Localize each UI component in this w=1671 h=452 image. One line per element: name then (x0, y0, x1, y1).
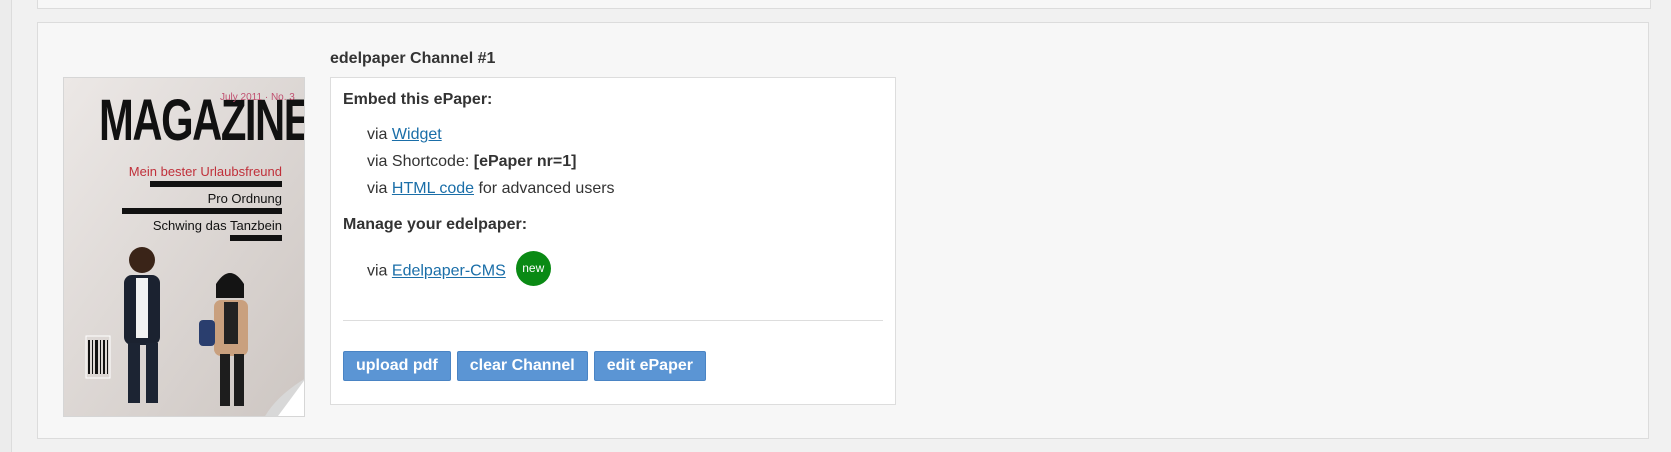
left-rail (0, 0, 12, 452)
html-code-link[interactable]: HTML code (392, 180, 474, 197)
embed-html-line: via HTML code for advanced users (367, 180, 615, 198)
embed-heading: Embed this ePaper: (343, 91, 493, 108)
previous-channel-panel (37, 0, 1651, 9)
embed-widget-prefix: via (367, 126, 392, 143)
channel-title: edelpaper Channel #1 (330, 50, 496, 67)
manage-heading: Manage your edelpaper: (343, 216, 528, 233)
cover-date: July 2011 · No. 3 (220, 92, 295, 103)
cms-prefix: via (367, 262, 392, 280)
cover-subline-2 (122, 208, 282, 214)
cover-subline-3 (230, 235, 282, 241)
html-suffix: for advanced users (474, 180, 615, 197)
embed-widget-line: via Widget (367, 126, 442, 144)
upload-pdf-button[interactable]: upload pdf (343, 351, 451, 381)
epaper-cover-thumbnail[interactable]: MAGAZINE July 2011 · No. 3 Mein bester U… (63, 77, 305, 417)
cover-headline-1: Mein bester Urlaubsfreund (128, 164, 282, 179)
embed-shortcode-line: via Shortcode: [ePaper nr=1] (367, 153, 576, 171)
cover-subline-1 (150, 181, 282, 187)
new-badge: new (515, 251, 551, 286)
edelpaper-cms-link[interactable]: Edelpaper-CMS (392, 263, 506, 280)
cover-headline-2: Pro Ordnung (207, 191, 282, 206)
cover-headline-3: Schwing das Tanzbein (152, 218, 282, 233)
edit-epaper-button[interactable]: edit ePaper (593, 351, 706, 381)
html-prefix: via (367, 180, 392, 197)
widget-link[interactable]: Widget (392, 126, 442, 143)
shortcode-value: [ePaper nr=1] (473, 153, 577, 170)
clear-channel-button[interactable]: clear Channel (456, 351, 588, 381)
shortcode-prefix: via Shortcode: (367, 153, 474, 170)
embed-box: Embed this ePaper: via Widget via Shortc… (330, 77, 896, 405)
channel-panel: MAGAZINE July 2011 · No. 3 Mein bester U… (37, 22, 1649, 439)
button-row: upload pdf clear Channel edit ePaper (343, 351, 706, 381)
manage-cms-line: via Edelpaper-CMS new (367, 251, 551, 286)
divider (343, 320, 883, 321)
